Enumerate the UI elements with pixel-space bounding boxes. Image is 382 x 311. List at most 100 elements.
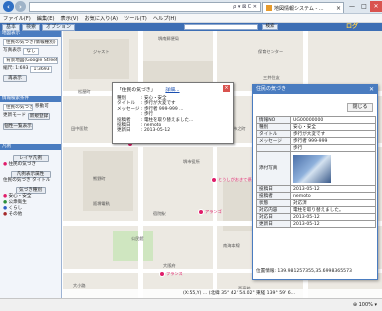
table-row: 投稿者 nemoto (256, 192, 376, 200)
table-key: 状態 (256, 199, 291, 207)
minimize-button[interactable]: — (346, 1, 358, 12)
map-label: 公民館 (131, 236, 144, 241)
pink-dot-icon: ● (3, 194, 8, 199)
map-road (138, 31, 143, 298)
menu-view[interactable]: 表示(V) (61, 15, 79, 22)
map-label: 保育センター (258, 49, 284, 54)
popup-row: 更新日 : 2013-05-12 (117, 128, 229, 133)
legend-type-label: くらし (8, 206, 23, 211)
table-row: 情報NO UG00000000 (256, 116, 376, 124)
popup-close-icon[interactable]: × (223, 85, 230, 92)
window-controls: — □ ✕ (346, 1, 382, 12)
back-button[interactable]: ‹ (3, 1, 14, 12)
table-value: 2013-05-12 (290, 213, 376, 221)
tab-close-icon[interactable]: × (336, 5, 341, 12)
table-key: 更新日 (256, 220, 291, 228)
search-input[interactable] (184, 24, 258, 30)
display-attr-button[interactable]: 凡例表示属性 (10, 171, 51, 178)
table-value: nemoto (290, 192, 376, 200)
layer-legend-button[interactable]: レイヤ凡例 (12, 155, 49, 162)
tab-search[interactable]: 検索 (22, 23, 41, 31)
attr-item: 住民の気づき タイトル (3, 178, 51, 183)
table-row: 投稿日 2013-05-12 (256, 185, 376, 193)
can-move-checkbox[interactable]: 移動可 (35, 104, 49, 111)
table-value: 歩行が大変です (290, 130, 376, 138)
address-bar[interactable]: ρ ▾ ⊠ C ✕ (29, 2, 261, 12)
type-title-button[interactable]: 気づき種別 (15, 187, 46, 194)
close-window-button[interactable]: ✕ (370, 1, 382, 12)
popup-body: 種別: 安心・安全 タイトル: 歩行が大変です メッセージ: 歩行者 999-9… (113, 96, 233, 134)
table-key: 情報NO (256, 116, 291, 124)
map-marker-pin[interactable] (159, 271, 165, 277)
table-row: 種別 安心・安全 (256, 123, 376, 131)
popup-detail-link[interactable]: 詳細... (165, 86, 179, 93)
browser-tab[interactable]: 地図情報システム - ... × (262, 2, 344, 13)
scale-input[interactable]: 1:3693 (30, 66, 53, 73)
detail-close-button[interactable]: 閉じる (347, 103, 373, 112)
tab-options[interactable]: オプション (42, 23, 76, 31)
menu-edit[interactable]: 編集(E) (37, 15, 55, 22)
menu-tools[interactable]: ツール(T) (124, 15, 147, 22)
address-controls: ρ ▾ ⊠ C ✕ (233, 4, 257, 10)
photo-select[interactable]: なし (23, 48, 40, 55)
site-favicon-icon (266, 5, 272, 11)
map-label: 大阪府 (163, 263, 176, 268)
tab-basic[interactable]: 基本 (2, 23, 21, 31)
legend-type-item: ● その他 (3, 212, 58, 218)
redraw-button[interactable]: 再表示 (3, 75, 27, 82)
photo-label: 添付写真 (256, 151, 291, 186)
query-select[interactable]: 住民の気づき (3, 104, 33, 111)
layer-select[interactable]: 住民の気づき(情報種別) (3, 39, 58, 46)
zoom-control[interactable]: ⊕ 100% ▾ (353, 302, 377, 308)
popup-row-value: : 2013-05-12 (141, 128, 171, 134)
legend-type-label: その他 (8, 212, 23, 217)
detail-close-icon[interactable]: ✕ (368, 86, 375, 93)
table-value: 対応済 (290, 199, 376, 207)
map-label: 南海本線 (223, 243, 240, 248)
table-key: 対応日 (256, 213, 291, 221)
photo-cell (290, 151, 376, 186)
table-key: 投稿者 (256, 192, 291, 200)
legend-type-list: ● 安心・安全 ● 公衆衛生 ● くらし ● その他 (3, 194, 58, 218)
table-row: メッセージ 歩行者 999-999 (256, 137, 376, 145)
blue-dot-icon: ● (3, 206, 8, 211)
detail-panel: 住民の気づき ✕ 閉じる 情報NO UG00000000 種別 安心・安全 タイトル… (252, 84, 378, 280)
map-marker-pin[interactable] (198, 209, 204, 215)
table-value: 安心・安全 (290, 123, 376, 131)
new-register-button[interactable]: 新規登録 (27, 113, 50, 120)
table-value: 電柱を取り替えました。 (290, 206, 376, 214)
attached-photo[interactable] (293, 154, 331, 183)
menu-favorites[interactable]: お気に入り(A) (84, 15, 118, 22)
table-row: 状態 対応済 (256, 199, 376, 207)
green-dot-icon: ● (3, 200, 8, 205)
map-label: 堺市役所 (183, 159, 200, 164)
forward-button[interactable]: › (15, 1, 26, 12)
basemap-select[interactable]: 背景地図(Google Street) (3, 57, 58, 64)
search-button[interactable]: 検索 (262, 24, 278, 30)
table-value: UG00000000 (290, 116, 376, 124)
table-key (256, 144, 291, 152)
list-button[interactable]: 個性一覧表示 (3, 123, 33, 130)
table-value: 歩行者 999-999 (290, 137, 376, 145)
legend-item-residents: ● 住民の気づき (3, 162, 58, 168)
map-label: 田中医院 (71, 126, 88, 131)
info-popup: 「住民の気づき」 詳細... × 種別: 安心・安全 タイトル: 歩行が大変です… (112, 82, 234, 144)
map-block (69, 39, 129, 79)
tab-title: 地図情報システム - ... (274, 5, 324, 12)
menu-file[interactable]: ファイル(F) (3, 15, 31, 22)
map-coordinate-readout: (X:55,Y) ... (北緯 35° 42' 54.02" 東経 139° … (63, 289, 382, 298)
menu-bar: ファイル(F) 編集(E) 表示(V) お気に入り(A) ツール(T) ヘルプ(… (0, 14, 382, 23)
update-mode-checkbox[interactable]: 更新モード (3, 113, 26, 120)
maximize-button[interactable]: □ (358, 1, 370, 12)
menu-help[interactable]: ヘルプ(H) (153, 15, 177, 22)
table-row: タイトル 歩行が大変です (256, 130, 376, 138)
popup-title: 「住民の気づき」 (117, 88, 156, 93)
marker-label: フランス (166, 271, 183, 276)
map-label: ジャスト (93, 49, 110, 54)
table-key: タイトル (256, 130, 291, 138)
marker-label: アランゴ (205, 209, 222, 214)
browser-statusbar: ⊕ 100% ▾ (0, 298, 382, 311)
map-marker-pin[interactable] (211, 177, 217, 183)
table-row: 対応内容 電柱を取り替えました。 (256, 206, 376, 214)
popup-row-key: 更新日 (117, 128, 131, 134)
